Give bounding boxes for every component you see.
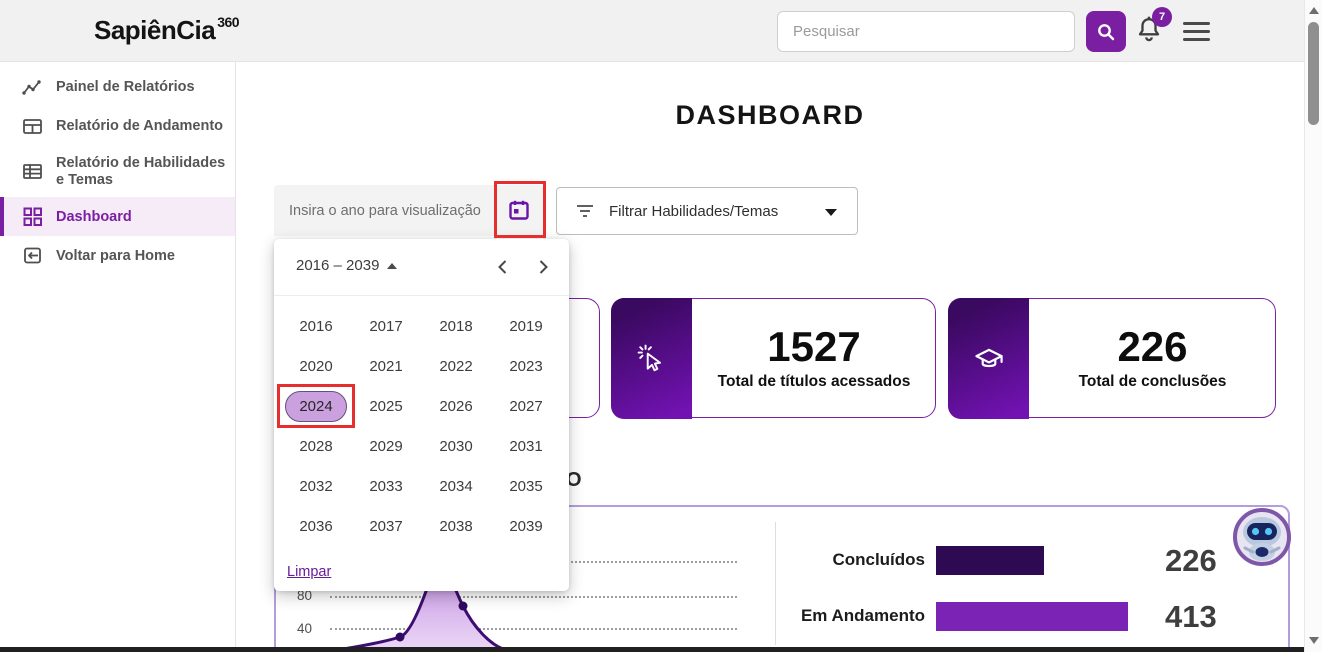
year-option[interactable]: 2030 <box>421 426 491 466</box>
year-option-selected[interactable]: 2024 <box>281 386 351 426</box>
robot-icon <box>1233 508 1291 566</box>
stat-label: Total de conclusões <box>1078 372 1227 390</box>
next-range-button[interactable] <box>531 256 555 280</box>
stat-value: 226 <box>1117 323 1188 371</box>
sidebar-item-label: Relatório de Habilidades e Temas <box>56 155 226 188</box>
year-option[interactable]: 2023 <box>491 346 561 386</box>
year-option[interactable]: 2035 <box>491 466 561 506</box>
year-option[interactable]: 2036 <box>281 506 351 546</box>
year-option[interactable]: 2034 <box>421 466 491 506</box>
assistant-robot-avatar[interactable] <box>1233 508 1291 566</box>
cursor-click-icon <box>637 344 661 371</box>
legend-bar-em-andamento <box>936 602 1128 631</box>
brand-logo: SapiênCia 360 <box>94 14 240 46</box>
legend-bar-concluidos <box>936 546 1044 575</box>
scroll-down-arrow-icon[interactable] <box>1309 637 1319 644</box>
page-title: DASHBOARD <box>675 100 865 130</box>
sidebar-item-painel-de-relatorios[interactable]: Painel de Relatórios <box>0 68 235 107</box>
scroll-up-arrow-icon[interactable] <box>1309 7 1319 14</box>
stat-value: 1527 <box>767 323 861 371</box>
year-input[interactable] <box>274 185 499 236</box>
year-option[interactable]: 2021 <box>351 346 421 386</box>
year-option[interactable]: 2018 <box>421 306 491 346</box>
year-option[interactable]: 2031 <box>491 426 561 466</box>
chevron-left-icon <box>498 259 507 274</box>
graduation-cap-icon <box>974 348 1003 367</box>
chart-legend-divider <box>775 522 776 645</box>
year-range-toggle[interactable]: 2016 – 2039 <box>296 257 398 274</box>
sidebar-item-dashboard[interactable]: Dashboard <box>0 197 235 237</box>
brand-name: SapiênCia <box>94 15 216 45</box>
stat-label: Total de títulos acessados <box>717 372 911 390</box>
sidebar-item-label: Painel de Relatórios <box>56 79 195 96</box>
report-panel-icon <box>23 119 42 134</box>
year-option[interactable]: 2019 <box>491 306 561 346</box>
table-icon <box>23 164 42 180</box>
year-option[interactable]: 2037 <box>351 506 421 546</box>
exit-left-icon <box>24 247 41 264</box>
calendar-icon <box>509 200 529 220</box>
sidebar-item-label: Dashboard <box>56 208 132 225</box>
year-option[interactable]: 2017 <box>351 306 421 346</box>
sidebar-item-relatorio-de-andamento[interactable]: Relatório de Andamento <box>0 107 235 146</box>
year-option[interactable]: 2025 <box>351 386 421 426</box>
filter-habilidades-dropdown[interactable]: Filtrar Habilidades/Temas <box>556 187 858 235</box>
previous-range-button[interactable] <box>491 256 515 280</box>
window-bottom-edge <box>0 647 1304 652</box>
app-window: SapiênCia360 7 Painel de Relatórios Rela… <box>0 0 1322 652</box>
year-option[interactable]: 2038 <box>421 506 491 546</box>
data-point <box>395 632 405 642</box>
sidebar-item-label: Relatório de Andamento <box>56 118 224 135</box>
year-option[interactable]: 2032 <box>281 466 351 506</box>
search-icon <box>1098 23 1115 40</box>
filter-dropdown-label: Filtrar Habilidades/Temas <box>609 202 779 220</box>
year-option[interactable]: 2026 <box>421 386 491 426</box>
dashboard-grid-icon <box>23 207 42 227</box>
chevron-right-icon <box>539 259 548 274</box>
notification-badge: 7 <box>1152 7 1172 27</box>
calendar-button[interactable] <box>506 198 532 224</box>
vertical-scrollbar[interactable] <box>1304 0 1322 652</box>
clear-year-link[interactable]: Limpar <box>287 564 331 580</box>
year-option[interactable]: 2029 <box>351 426 421 466</box>
year-filter-field <box>274 185 544 236</box>
chevron-down-icon <box>825 209 837 216</box>
sidebar-item-label: Voltar para Home <box>56 247 175 264</box>
year-option[interactable]: 2033 <box>351 466 421 506</box>
stat-card-conclusoes: 226 Total de conclusões <box>948 298 1276 419</box>
year-option[interactable]: 2022 <box>421 346 491 386</box>
year-picker-panel: 2016 – 2039 2016 2017 2018 2019 2020 202… <box>274 239 569 591</box>
sidebar-item-voltar-para-home[interactable]: Voltar para Home <box>0 236 235 275</box>
scrollbar-thumb[interactable] <box>1308 22 1319 125</box>
year-option[interactable]: 2027 <box>491 386 561 426</box>
search-input[interactable] <box>777 11 1075 52</box>
sidebar: Painel de Relatórios Relatório de Andame… <box>0 62 236 652</box>
brand-superscript: 360 <box>217 14 240 31</box>
top-header: SapiênCia360 7 <box>0 0 1322 62</box>
year-option[interactable]: 2028 <box>281 426 351 466</box>
filter-icon <box>577 205 593 217</box>
line-chart-icon <box>22 80 41 95</box>
year-option[interactable]: 2039 <box>491 506 561 546</box>
data-point <box>458 601 468 611</box>
year-option[interactable]: 2020 <box>281 346 351 386</box>
triangle-up-icon <box>387 262 398 269</box>
year-option[interactable]: 2016 <box>281 306 351 346</box>
year-grid: 2016 2017 2018 2019 2020 2021 2022 2023 … <box>281 306 561 546</box>
search-button[interactable] <box>1086 11 1126 52</box>
sidebar-item-relatorio-habilidades-temas[interactable]: Relatório de Habilidades e Temas <box>0 146 235 197</box>
stat-card-titulos-acessados: 1527 Total de títulos acessados <box>611 298 936 419</box>
notifications-button[interactable]: 7 <box>1134 7 1172 50</box>
legend-value-em-andamento: 413 <box>1165 599 1217 634</box>
menu-icon[interactable] <box>1183 22 1210 41</box>
year-range-label: 2016 – 2039 <box>296 257 380 274</box>
